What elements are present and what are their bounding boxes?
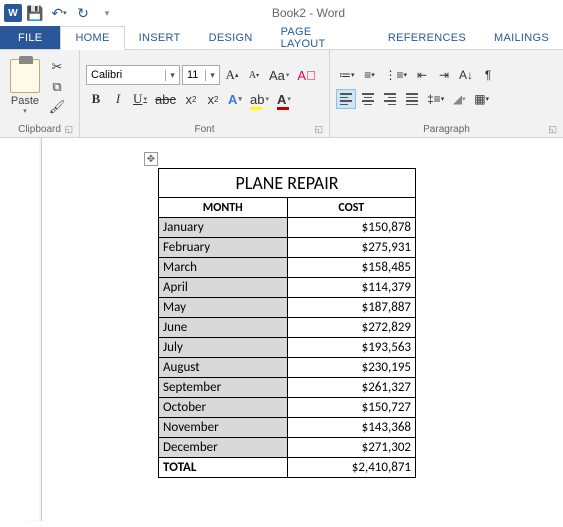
align-right-button[interactable] bbox=[380, 89, 400, 109]
table-row: September$261,327 bbox=[159, 378, 416, 398]
tab-page-layout[interactable]: PAGE LAYOUT bbox=[267, 26, 374, 49]
page-edge bbox=[28, 138, 42, 521]
group-clipboard: Paste ▾ ✂ ⧉ 🖌 Clipboard ◱ bbox=[0, 50, 80, 137]
increase-indent-icon[interactable]: ⇥ bbox=[434, 65, 454, 85]
table-row: August$230,195 bbox=[159, 358, 416, 378]
underline-button[interactable]: U▾ bbox=[130, 89, 150, 109]
group-label-font: Font ◱ bbox=[86, 122, 323, 137]
col-header-month[interactable]: MONTH bbox=[159, 198, 288, 218]
word-app-icon[interactable]: W bbox=[4, 4, 22, 22]
font-name-input[interactable] bbox=[87, 66, 165, 84]
cut-icon[interactable]: ✂ bbox=[48, 58, 66, 76]
tab-home[interactable]: HOME bbox=[60, 26, 124, 50]
table-row: November$143,368 bbox=[159, 418, 416, 438]
tab-design[interactable]: DESIGN bbox=[195, 26, 267, 49]
clear-formatting-icon[interactable]: A⃠ bbox=[294, 65, 318, 85]
font-size-input[interactable] bbox=[183, 66, 205, 84]
document-area[interactable]: ✥ PLANE REPAIR MONTH COST January$150,87… bbox=[0, 138, 563, 527]
group-label-paragraph: Paragraph ◱ bbox=[336, 122, 557, 137]
copy-icon[interactable]: ⧉ bbox=[48, 78, 66, 96]
highlight-icon[interactable]: ab▾ bbox=[247, 89, 272, 109]
decrease-indent-icon[interactable]: ⇤ bbox=[412, 65, 432, 85]
font-color-icon[interactable]: A▾ bbox=[274, 89, 294, 109]
table-title[interactable]: PLANE REPAIR bbox=[159, 169, 416, 198]
group-paragraph: ≔▾ ≡▾ ⋮≡▾ ⇤ ⇥ A↓ ¶ ‡≡▾ ◢▾ ▦▾ bbox=[330, 50, 563, 137]
group-label-clipboard: Clipboard ◱ bbox=[6, 122, 73, 137]
table-row: March$158,485 bbox=[159, 258, 416, 278]
strikethrough-button[interactable]: abc bbox=[152, 89, 179, 109]
text-effects-icon[interactable]: A▾ bbox=[225, 89, 245, 109]
document-title: Book2 - Word bbox=[118, 6, 559, 20]
font-size-combo[interactable]: ▾ bbox=[182, 65, 220, 85]
clipboard-icon bbox=[10, 59, 40, 93]
paste-label: Paste bbox=[11, 95, 39, 107]
tab-mailings[interactable]: MAILINGS bbox=[480, 26, 563, 49]
table-row: June$272,829 bbox=[159, 318, 416, 338]
table-row: July$193,563 bbox=[159, 338, 416, 358]
justify-button[interactable] bbox=[402, 89, 422, 109]
table-row: February$275,931 bbox=[159, 238, 416, 258]
chevron-down-icon[interactable]: ▾ bbox=[205, 70, 219, 81]
title-bar: W 💾 ↶▾ ↻ ▾ Book2 - Word bbox=[0, 0, 563, 26]
align-left-button[interactable] bbox=[336, 89, 356, 109]
quick-access-toolbar: W 💾 ↶▾ ↻ ▾ bbox=[4, 2, 118, 24]
ribbon-tabs: FILE HOME INSERT DESIGN PAGE LAYOUT REFE… bbox=[0, 26, 563, 50]
paragraph-launcher-icon[interactable]: ◱ bbox=[548, 124, 557, 135]
grow-font-icon[interactable]: A▴ bbox=[222, 65, 242, 85]
font-name-combo[interactable]: ▾ bbox=[86, 65, 180, 85]
save-icon[interactable]: 💾 bbox=[24, 2, 46, 24]
redo-icon[interactable]: ↻ bbox=[72, 2, 94, 24]
font-launcher-icon[interactable]: ◱ bbox=[314, 124, 323, 135]
borders-icon[interactable]: ▦▾ bbox=[471, 89, 492, 109]
qat-customize-icon[interactable]: ▾ bbox=[96, 2, 118, 24]
table-row: April$114,379 bbox=[159, 278, 416, 298]
align-center-button[interactable] bbox=[358, 89, 378, 109]
tab-references[interactable]: REFERENCES bbox=[374, 26, 480, 49]
paste-button[interactable]: Paste ▾ bbox=[6, 57, 44, 117]
bold-button[interactable]: B bbox=[86, 89, 106, 109]
table-row: January$150,878 bbox=[159, 218, 416, 238]
ribbon: Paste ▾ ✂ ⧉ 🖌 Clipboard ◱ ▾ bbox=[0, 50, 563, 138]
table-row: May$187,887 bbox=[159, 298, 416, 318]
tab-insert[interactable]: INSERT bbox=[125, 26, 195, 49]
sort-icon[interactable]: A↓ bbox=[456, 65, 476, 85]
table-row: October$150,727 bbox=[159, 398, 416, 418]
group-font: ▾ ▾ A▴ A▾ Aa▾ A⃠ B I U▾ abc x2 bbox=[80, 50, 330, 137]
numbering-icon[interactable]: ≡▾ bbox=[360, 65, 380, 85]
line-spacing-icon[interactable]: ‡≡▾ bbox=[424, 89, 447, 109]
table-row: December$271,302 bbox=[159, 438, 416, 458]
chevron-down-icon[interactable]: ▾ bbox=[165, 70, 179, 81]
tab-file[interactable]: FILE bbox=[0, 26, 60, 49]
col-header-cost[interactable]: COST bbox=[287, 198, 416, 218]
italic-button[interactable]: I bbox=[108, 89, 128, 109]
page: ✥ PLANE REPAIR MONTH COST January$150,87… bbox=[46, 138, 416, 527]
superscript-button[interactable]: x2 bbox=[203, 89, 223, 109]
change-case-icon[interactable]: Aa▾ bbox=[266, 65, 292, 85]
subscript-button[interactable]: x2 bbox=[181, 89, 201, 109]
repair-table[interactable]: PLANE REPAIR MONTH COST January$150,878 … bbox=[158, 168, 416, 478]
clipboard-launcher-icon[interactable]: ◱ bbox=[64, 124, 73, 135]
undo-icon[interactable]: ↶▾ bbox=[48, 2, 70, 24]
bullets-icon[interactable]: ≔▾ bbox=[336, 65, 358, 85]
table-total-row: TOTAL $2,410,871 bbox=[159, 458, 416, 478]
format-painter-icon[interactable]: 🖌 bbox=[48, 98, 66, 116]
multilevel-list-icon[interactable]: ⋮≡▾ bbox=[382, 65, 411, 85]
shrink-font-icon[interactable]: A▾ bbox=[244, 65, 264, 85]
show-marks-icon[interactable]: ¶ bbox=[478, 65, 498, 85]
shading-icon[interactable]: ◢▾ bbox=[449, 89, 469, 109]
table-move-handle-icon[interactable]: ✥ bbox=[144, 152, 158, 166]
